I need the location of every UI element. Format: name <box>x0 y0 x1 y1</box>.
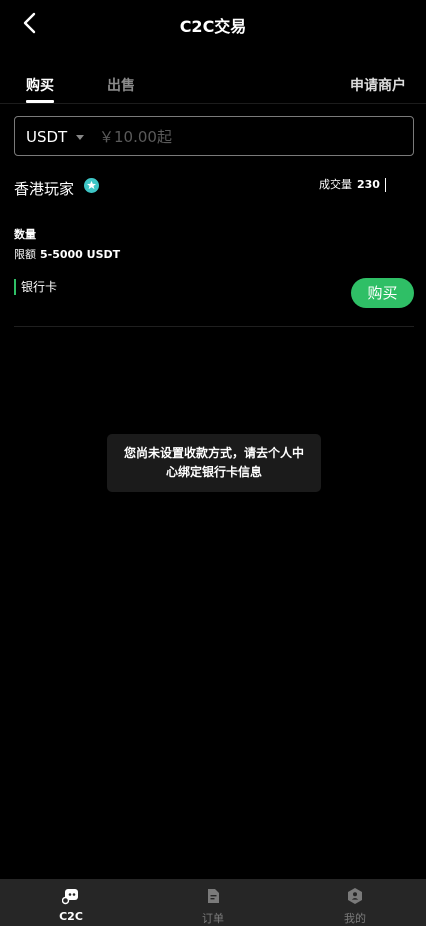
nav-me[interactable]: 我的 <box>284 879 426 926</box>
bottom-nav: C2C 订单 我的 <box>0 879 426 926</box>
tab-buy[interactable]: 购买 <box>26 75 54 95</box>
divider <box>14 326 414 327</box>
quantity-label: 数量 <box>14 228 36 241</box>
amount-input[interactable] <box>99 124 399 150</box>
nav-orders-label: 订单 <box>202 912 224 925</box>
trade-volume: 成交量 230 <box>319 176 386 192</box>
volume-value: 230 <box>357 178 380 191</box>
nav-orders[interactable]: 订单 <box>142 879 284 926</box>
volume-label: 成交量 <box>319 178 352 191</box>
active-tab-indicator <box>26 100 54 103</box>
currency-select[interactable]: USDT <box>26 128 67 146</box>
caret-down-icon[interactable] <box>76 135 84 140</box>
c2c-icon <box>62 889 78 905</box>
volume-separator <box>384 178 386 192</box>
toast-message: 您尚未设置收款方式，请去个人中心绑定银行卡信息 <box>107 434 321 492</box>
page-title: C2C交易 <box>179 17 247 36</box>
apply-merchant-link[interactable]: 申请商户 <box>350 75 406 95</box>
limit-value: 5-5000 USDT <box>40 248 121 261</box>
limit-label: 限额 <box>14 248 36 261</box>
order-document-icon <box>208 889 219 903</box>
merchant-row: 香港玩家 成交量 230 <box>14 174 414 202</box>
buy-button[interactable]: 购买 <box>351 278 414 308</box>
amount-filter: USDT <box>14 116 414 156</box>
limit-row: 限额 5-5000 USDT <box>14 246 120 262</box>
verified-star-icon <box>84 178 99 193</box>
trade-tabs: 购买 出售 申请商户 <box>0 70 426 104</box>
payment-method: 银行卡 <box>14 279 57 295</box>
tab-sell[interactable]: 出售 <box>107 75 135 95</box>
nav-me-label: 我的 <box>344 912 366 925</box>
merchant-name: 香港玩家 <box>14 180 75 198</box>
nav-c2c-label: C2C <box>59 910 83 923</box>
header: C2C交易 <box>0 0 426 48</box>
profile-shield-icon <box>348 888 362 904</box>
nav-c2c[interactable]: C2C <box>0 879 142 926</box>
